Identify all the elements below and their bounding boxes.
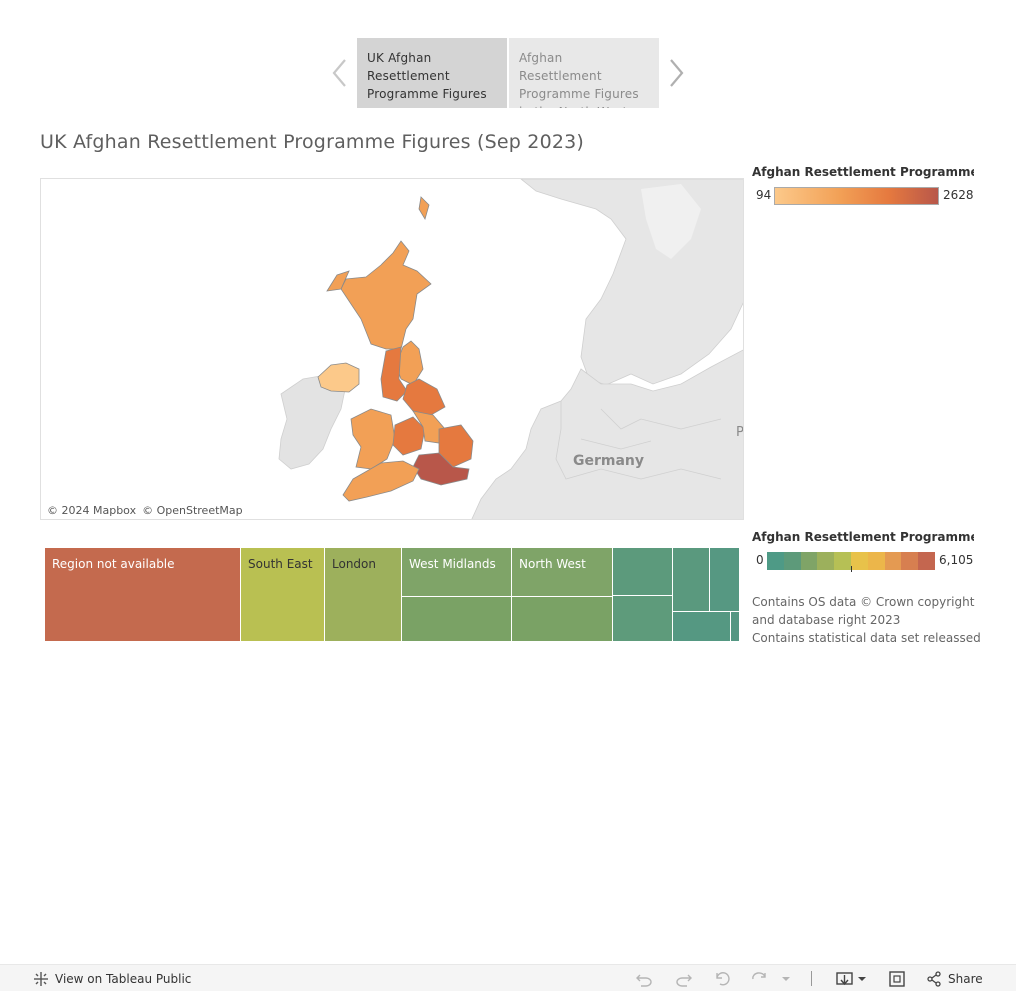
legend-color-step [867, 552, 885, 570]
refresh-button[interactable] [751, 969, 769, 989]
view-on-tableau-public-link[interactable]: View on Tableau Public [33, 969, 191, 989]
treemap-chart: Region not available South East London W… [45, 548, 740, 642]
treemap-legend-tick [851, 566, 852, 572]
undo-button[interactable] [635, 969, 653, 989]
treemap-cell-unlabeled[interactable] [512, 597, 613, 642]
legend-color-step [884, 552, 902, 570]
map-label-edge: P [736, 425, 744, 440]
undo-icon [636, 974, 652, 987]
share-label: Share [948, 972, 983, 986]
mapbox-credit[interactable]: © 2024 Mapbox [47, 504, 136, 517]
footnote-line: Contains OS data © Crown copyright and d… [752, 595, 975, 627]
treemap-cell-north-west[interactable]: North West [512, 548, 613, 597]
next-story-point-button[interactable] [666, 56, 686, 90]
uk-region-map[interactable]: Germany P © 2024 Mapbox © OpenStreetMap [40, 178, 744, 520]
footnote-line: Contains statistical data set releassed [752, 631, 981, 645]
treemap-legend-title: Afghan Resettlement Programme (p... [752, 530, 974, 544]
treemap-cell-west-midlands[interactable]: West Midlands [402, 548, 512, 597]
treemap-cell-south-east[interactable]: South East [241, 548, 325, 642]
share-icon [927, 971, 941, 987]
view-on-tableau-label: View on Tableau Public [55, 972, 192, 986]
pause-dropdown-button[interactable] [781, 969, 791, 989]
treemap-legend-min: 0 [756, 553, 764, 567]
previous-story-point-button[interactable] [330, 56, 350, 90]
treemap-cell-unlabeled[interactable] [613, 596, 673, 642]
dashboard-title: UK Afghan Resettlement Programme Figures… [40, 131, 585, 153]
legend-color-step [767, 552, 784, 570]
redo-button[interactable] [675, 969, 693, 989]
osm-credit[interactable]: © OpenStreetMap [142, 504, 243, 517]
treemap-cell-unlabeled[interactable] [710, 548, 740, 612]
story-point-north-west[interactable]: Afghan Resettlement Programme Figures in… [509, 38, 659, 108]
treemap-cell-label: West Midlands [409, 557, 496, 571]
story-point-uk-figures[interactable]: UK Afghan Resettlement Programme Figures [357, 38, 507, 108]
data-source-footnote: Contains OS data © Crown copyright and d… [752, 593, 992, 647]
fullscreen-button[interactable] [888, 969, 906, 989]
redo-icon [676, 974, 692, 987]
treemap-cell-unlabeled[interactable] [673, 548, 710, 612]
map-legend-color-ramp [774, 187, 939, 205]
download-icon [836, 972, 866, 986]
legend-color-step [834, 552, 851, 570]
treemap-cell-label: London [332, 557, 376, 571]
treemap-cell-region-not-available[interactable]: Region not available [45, 548, 241, 642]
story-point-label: Afghan Resettlement Programme Figures in… [519, 51, 639, 108]
legend-color-step [918, 552, 935, 570]
revert-button[interactable] [715, 969, 733, 989]
treemap-cell-label: Region not available [52, 557, 175, 571]
treemap-cell-london[interactable]: London [325, 548, 402, 642]
share-button[interactable]: Share [926, 969, 983, 989]
download-button[interactable] [836, 969, 866, 989]
map-legend-min: 94 [756, 188, 772, 202]
chevron-right-icon [670, 59, 684, 87]
treemap-legend-max: 6,105 [939, 553, 974, 567]
treemap-cell-label: North West [519, 557, 586, 571]
legend-color-step [901, 552, 919, 570]
revert-icon [716, 972, 730, 986]
treemap-cell-unlabeled[interactable] [731, 612, 740, 642]
legend-color-step [783, 552, 801, 570]
treemap-cell-label: South East [248, 557, 313, 571]
treemap-cell-unlabeled[interactable] [673, 612, 731, 642]
map-label-germany: Germany [573, 453, 645, 469]
map-legend-max: 2628 [943, 188, 974, 202]
fullscreen-icon [889, 971, 905, 987]
legend-color-step [817, 552, 835, 570]
legend-color-step [850, 552, 868, 570]
tableau-logo-icon [34, 972, 48, 986]
map-attribution[interactable]: © 2024 Mapbox © OpenStreetMap [45, 504, 251, 517]
treemap-cell-unlabeled[interactable] [402, 597, 512, 642]
map-legend-title: Afghan Resettlement Programme (p... [752, 165, 974, 179]
legend-color-step [800, 552, 818, 570]
treemap-cell-unlabeled[interactable] [613, 548, 673, 596]
refresh-icon [752, 972, 766, 980]
toolbar-divider [811, 971, 812, 986]
chevron-left-icon [332, 59, 346, 87]
tableau-toolbar: View on Tableau Public Share [0, 964, 1016, 991]
story-navigator: UK Afghan Resettlement Programme Figures… [330, 38, 690, 108]
story-point-label: UK Afghan Resettlement Programme Figures [367, 51, 487, 101]
chevron-down-icon [782, 977, 790, 981]
